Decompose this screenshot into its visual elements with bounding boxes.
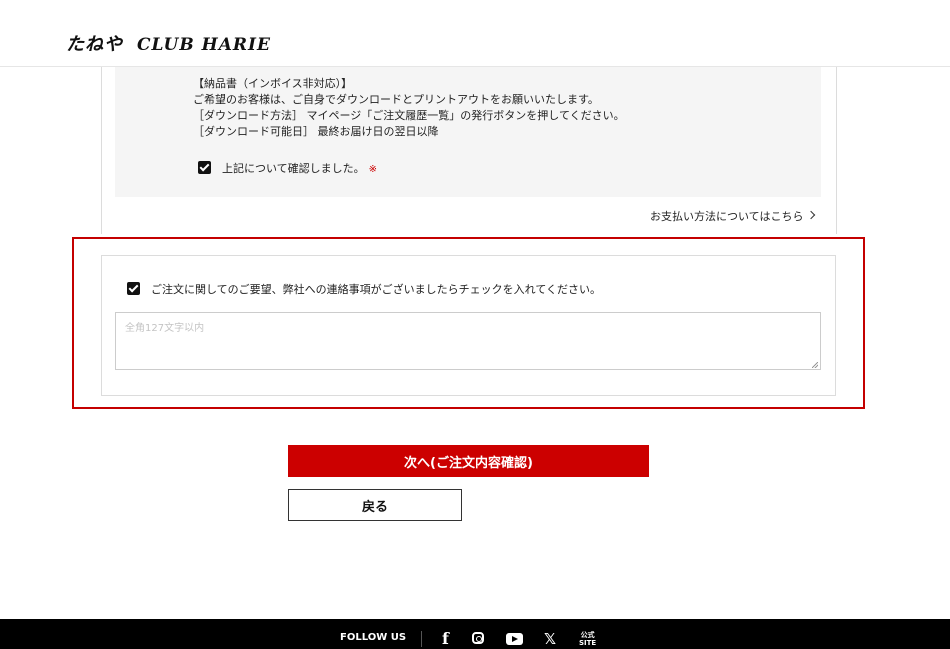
invoice-line-3: ［ダウンロード可能日］ 最終お届け日の翌日以降 (193, 125, 439, 138)
official-site-line-1: 公式 (580, 631, 595, 639)
invoice-confirm-checkbox[interactable] (198, 161, 211, 174)
invoice-line-2: ［ダウンロード方法］ マイページ「ご注文履歴一覧」の発行ボタンを押してください。 (193, 109, 625, 122)
request-checkbox[interactable] (127, 282, 140, 295)
resize-handle-icon[interactable] (812, 362, 818, 368)
invoice-confirm-label: 上記について確認しました。 ※ (222, 160, 377, 176)
facebook-icon[interactable]: f (442, 629, 449, 648)
official-site-line-2: SITE (579, 639, 597, 647)
official-site-link[interactable]: 公式 SITE (579, 631, 596, 647)
logo-primary: たねや (66, 34, 123, 55)
footer-divider (421, 631, 422, 647)
follow-us-label: FOLLOW US (340, 632, 407, 643)
site-header: たねや CLUB HARIE (0, 0, 950, 67)
invoice-confirm-text: 上記について確認しました。 (222, 162, 365, 175)
youtube-icon[interactable] (506, 633, 523, 645)
x-icon[interactable]: 𝕏 (544, 630, 556, 648)
logo-secondary: CLUB HARIE (137, 35, 271, 55)
invoice-title: 【納品書（インボイス非対応）】 (193, 77, 353, 90)
instagram-icon[interactable] (472, 632, 484, 644)
next-button[interactable]: 次へ(ご注文内容確認) (288, 445, 649, 477)
invoice-line-1: ご希望のお客様は、ご自身でダウンロードとプリントアウトをお願いいたします。 (193, 93, 599, 106)
payment-method-link[interactable]: お支払い方法についてはこちら (650, 208, 803, 224)
logo[interactable]: たねや CLUB HARIE (66, 30, 271, 56)
request-checkbox-label: ご注文に関してのご要望、弊社への連絡事項がございましたらチェックを入れてください… (151, 283, 602, 296)
request-textarea[interactable] (115, 312, 821, 370)
back-button[interactable]: 戻る (288, 489, 462, 521)
required-mark: ※ (368, 164, 378, 175)
